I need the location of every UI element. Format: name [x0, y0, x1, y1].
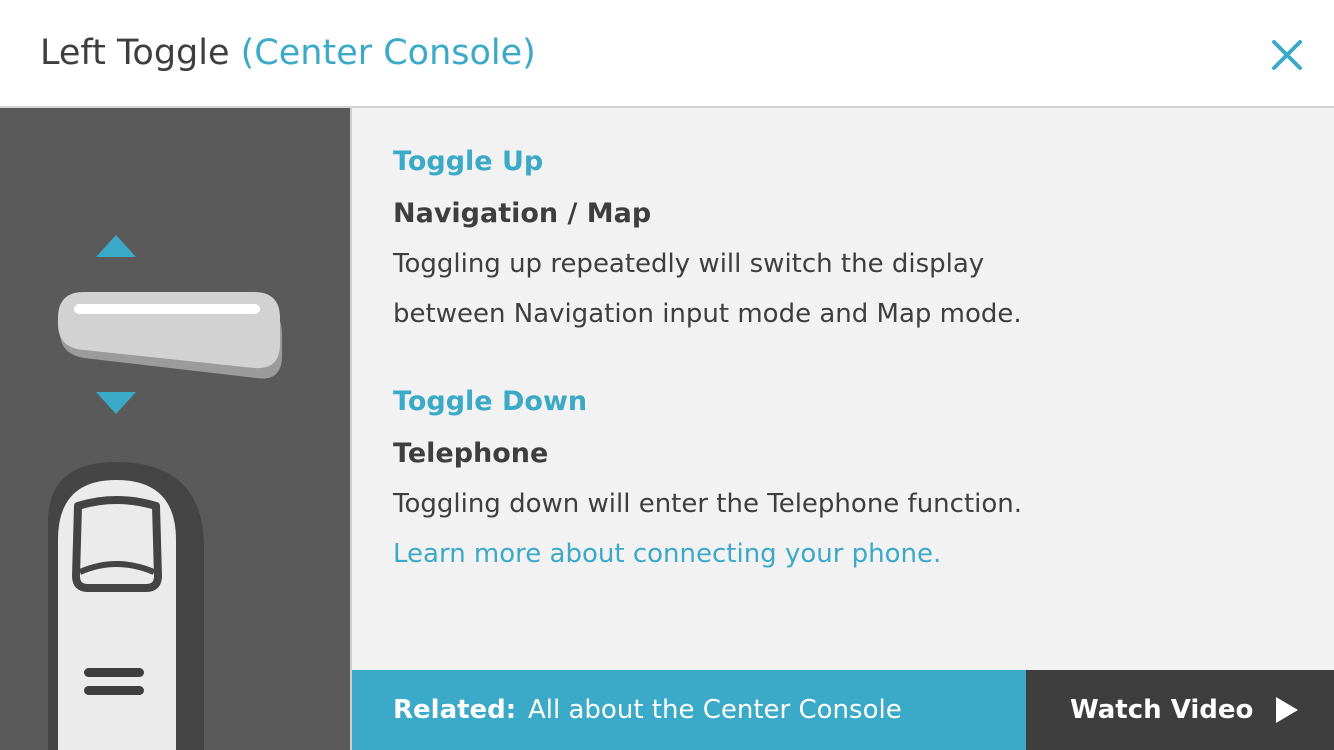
- fingernail: [72, 496, 162, 592]
- title-subtitle: (Center Console): [240, 33, 536, 73]
- watch-video-label: Watch Video: [1070, 695, 1254, 725]
- related-label: Related:: [393, 695, 517, 725]
- toggle-up-title: Navigation / Map: [393, 198, 652, 229]
- learn-more-phone-link[interactable]: Learn more about connecting your phone.: [393, 534, 941, 574]
- watch-video-button[interactable]: Watch Video: [1026, 670, 1334, 750]
- knuckle-line-1: [84, 668, 144, 677]
- toggle-switch-highlight: [74, 304, 260, 314]
- play-icon: [1276, 697, 1298, 723]
- toggle-up-line-1: Toggling up repeatedly will switch the d…: [393, 249, 985, 279]
- close-icon: [1272, 40, 1302, 70]
- page-title: Left Toggle (Center Console): [40, 28, 536, 78]
- knuckle-line-2: [84, 686, 144, 695]
- toggle-up-description: Toggling up repeatedly will switch the d…: [393, 239, 1113, 339]
- related-bar[interactable]: Related: All about the Center Console: [352, 670, 1026, 750]
- toggle-up-line-2: between Navigation input mode and Map mo…: [393, 299, 1022, 329]
- toggle-illustration: [48, 235, 282, 750]
- toggle-illustration-panel: [0, 108, 352, 750]
- title-text: Left Toggle: [40, 33, 230, 73]
- close-button[interactable]: [1266, 34, 1308, 76]
- toggle-down-title: Telephone: [393, 438, 549, 469]
- related-link-text: All about the Center Console: [528, 695, 902, 725]
- arrow-up-icon: [96, 235, 136, 257]
- header: Left Toggle (Center Console): [0, 0, 1334, 108]
- content-panel: Toggle Up Navigation / Map Toggling up r…: [352, 108, 1334, 670]
- toggle-down-heading: Toggle Down: [393, 386, 588, 417]
- toggle-up-heading: Toggle Up: [393, 146, 544, 177]
- toggle-down-description: Toggling down will enter the Telephone f…: [393, 489, 1023, 519]
- arrow-down-icon: [96, 392, 136, 414]
